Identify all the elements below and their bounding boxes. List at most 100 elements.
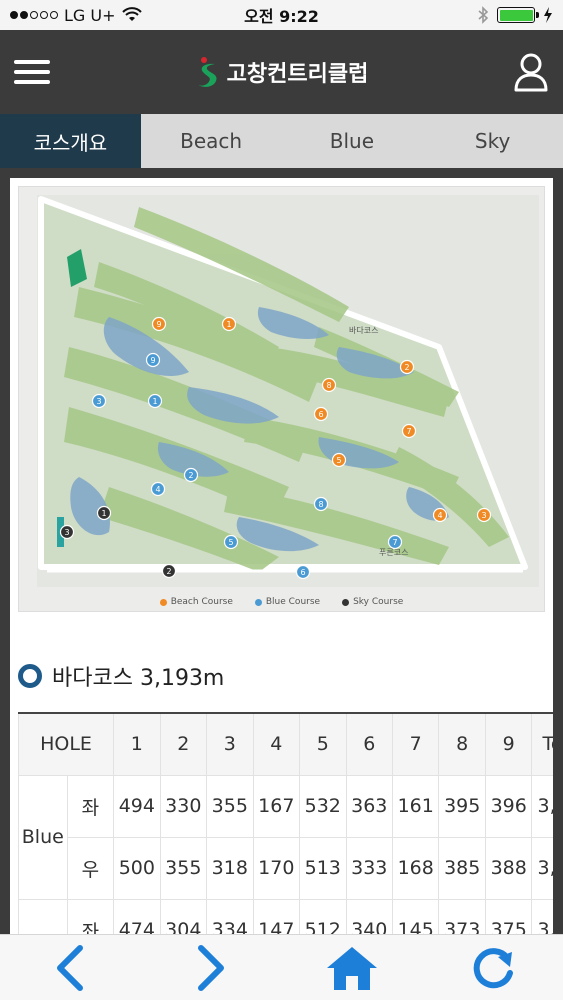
legend-sky: Sky Course <box>342 597 403 607</box>
legend-blue-dot <box>254 598 262 606</box>
total-cell: 3,130 <box>531 836 553 900</box>
course-card: 바다코스 푸른코스 123456789 123456789 123 Beach … <box>10 178 553 934</box>
table-row: Blue 좌 494 330 355 167 532 363 161 395 3… <box>18 774 553 900</box>
hole-header: HOLE <box>17 712 115 776</box>
table-row: 우 500 355 318 170 513 333 168 385 388 3,… <box>19 836 553 900</box>
legend-blue: Blue Course <box>254 597 320 607</box>
blue-hole-marker-label: 2 <box>188 471 193 480</box>
distance-cell: 318 <box>206 836 254 900</box>
total-header: Total <box>531 712 553 776</box>
distance-cell: 396 <box>484 774 533 838</box>
beach-hole-marker-label: 4 <box>437 511 442 520</box>
hole-number: 6 <box>345 712 393 776</box>
table-row: 좌 474 304 334 147 512 340 145 373 375 3,… <box>18 898 553 934</box>
table-header-row: HOLE 1 2 3 4 5 6 7 8 9 Total <box>17 712 553 776</box>
distance-cell: 333 <box>345 836 393 900</box>
hole-number: 1 <box>113 712 161 776</box>
beach-hole-marker-label: 6 <box>318 410 323 419</box>
status-left: LG U+ <box>10 6 142 25</box>
brand: 고창컨트리클럽 <box>195 55 369 89</box>
distance-cell: 167 <box>252 774 301 838</box>
content-area: 바다코스 푸른코스 123456789 123456789 123 Beach … <box>0 168 563 934</box>
home-icon <box>326 946 377 990</box>
distance-cell: 355 <box>206 774 254 838</box>
refresh-icon <box>473 947 513 988</box>
charging-icon <box>544 7 552 23</box>
hole-distance-table: HOLE 1 2 3 4 5 6 7 8 9 Total Blue 좌 4 9 <box>17 712 553 934</box>
bluetooth-icon <box>478 6 489 24</box>
tee-label-empty <box>18 898 68 934</box>
chevron-right-icon <box>198 944 225 991</box>
course-map-svg: 바다코스 푸른코스 1 2 3 4 5 6 7 8 9 1 2 3 4 5 6 7 8 9 1 2 3 <box>37 195 539 587</box>
course-heading: 바다코스 3,193m <box>18 660 545 692</box>
total-cell: 3,004 <box>531 898 553 934</box>
legend-beach: Beach Course <box>159 597 233 607</box>
user-icon[interactable] <box>513 52 549 92</box>
beach-hole-marker-label: 1 <box>226 320 231 329</box>
status-bar: LG U+ 오전 9:22 <box>0 0 563 30</box>
signal-strength-icon <box>10 11 58 19</box>
course-title: 바다코스 3,193m <box>52 666 225 691</box>
map-label-sea: 바다코스 <box>349 325 378 335</box>
battery-icon <box>497 7 539 23</box>
distance-cell: 500 <box>113 836 161 900</box>
map-legend: Beach Course Blue Course Sky Course <box>19 597 544 607</box>
sky-hole-marker-label: 2 <box>166 567 171 576</box>
beach-hole-marker-label: 8 <box>326 381 331 390</box>
hole-number: 2 <box>159 712 208 776</box>
hole-number: 4 <box>252 712 301 776</box>
sky-hole-marker-label: 3 <box>64 528 69 537</box>
wifi-icon <box>121 7 142 21</box>
blue-hole-marker-label: 6 <box>300 568 305 577</box>
legend-beach-dot <box>159 598 167 606</box>
side-label: 좌 <box>66 898 115 934</box>
blue-hole-marker-label: 7 <box>392 538 397 547</box>
hole-number: 3 <box>206 712 254 776</box>
sky-hole-marker-label: 1 <box>101 509 106 518</box>
side-label: 좌 <box>66 774 115 838</box>
home-button[interactable] <box>322 940 382 996</box>
hamburger-menu-icon[interactable] <box>14 57 50 87</box>
distance-cell: 388 <box>484 836 533 900</box>
beach-hole-marker-label: 2 <box>404 363 409 372</box>
tab-overview[interactable]: 코스개요 <box>0 114 141 168</box>
hole-number: 9 <box>484 712 533 776</box>
beach-hole-marker-label: 3 <box>481 511 486 520</box>
distance-cell: 330 <box>159 774 208 838</box>
battery-fill <box>499 9 533 21</box>
tab-beach[interactable]: Beach <box>141 114 282 168</box>
map-label-blue: 푸른코스 <box>379 548 408 557</box>
app-title: 고창컨트리클럽 <box>226 62 369 87</box>
distance-cell: 145 <box>391 898 440 934</box>
carrier-name: LG U+ <box>64 5 116 25</box>
distance-cell: 385 <box>438 836 486 900</box>
blue-hole-marker-label: 8 <box>318 500 323 509</box>
bottom-toolbar <box>0 934 563 1000</box>
distance-cell: 512 <box>299 898 347 934</box>
distance-cell: 304 <box>159 898 208 934</box>
distance-cell: 474 <box>113 898 161 934</box>
beach-hole-marker-label: 5 <box>336 456 341 465</box>
legend-sky-dot <box>342 598 350 606</box>
side-label: 우 <box>66 836 115 900</box>
distance-cell: 513 <box>299 836 347 900</box>
forward-button[interactable] <box>181 940 241 996</box>
radio-selected-icon[interactable] <box>18 664 42 688</box>
hole-number: 8 <box>438 712 486 776</box>
refresh-button[interactable] <box>463 940 523 996</box>
distance-cell: 375 <box>484 898 533 934</box>
distance-cell: 168 <box>391 836 440 900</box>
distance-cell: 147 <box>252 898 301 934</box>
beach-hole-marker-label: 9 <box>156 320 161 329</box>
tab-sky[interactable]: Sky <box>422 114 563 168</box>
app-header: 고창컨트리클럽 <box>0 30 563 114</box>
distance-cell: 532 <box>299 774 347 838</box>
distance-cell: 334 <box>206 898 254 934</box>
distance-cell: 161 <box>391 774 440 838</box>
distance-cell: 340 <box>345 898 393 934</box>
back-button[interactable] <box>40 940 100 996</box>
distance-cell: 170 <box>252 836 301 900</box>
tab-blue[interactable]: Blue <box>282 114 423 168</box>
distance-cell: 373 <box>438 898 486 934</box>
blue-hole-marker-label: 5 <box>228 538 233 547</box>
